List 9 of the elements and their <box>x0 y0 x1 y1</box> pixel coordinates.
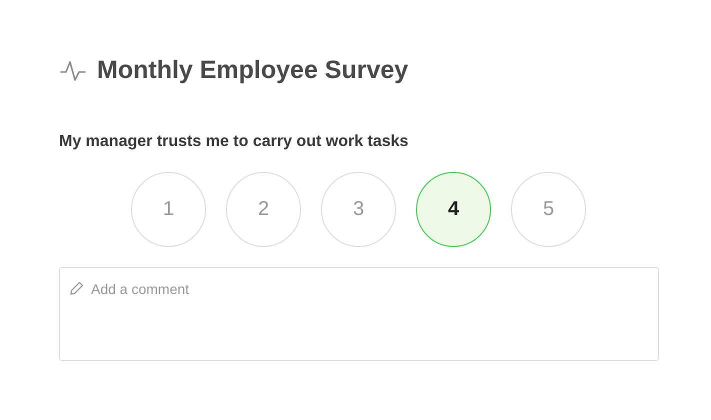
rating-option[interactable]: 3 <box>321 172 396 246</box>
survey-title: Monthly Employee Survey <box>97 55 408 86</box>
rating-option[interactable]: 4 <box>416 172 491 246</box>
rating-option[interactable]: 2 <box>226 172 301 246</box>
question-text: My manager trusts me to carry out work tasks <box>59 132 410 152</box>
rating-option[interactable]: 5 <box>511 172 586 246</box>
rating-option[interactable]: 1 <box>131 172 206 246</box>
pencil-icon <box>70 280 84 294</box>
comment-field[interactable]: Add a comment <box>59 266 659 360</box>
